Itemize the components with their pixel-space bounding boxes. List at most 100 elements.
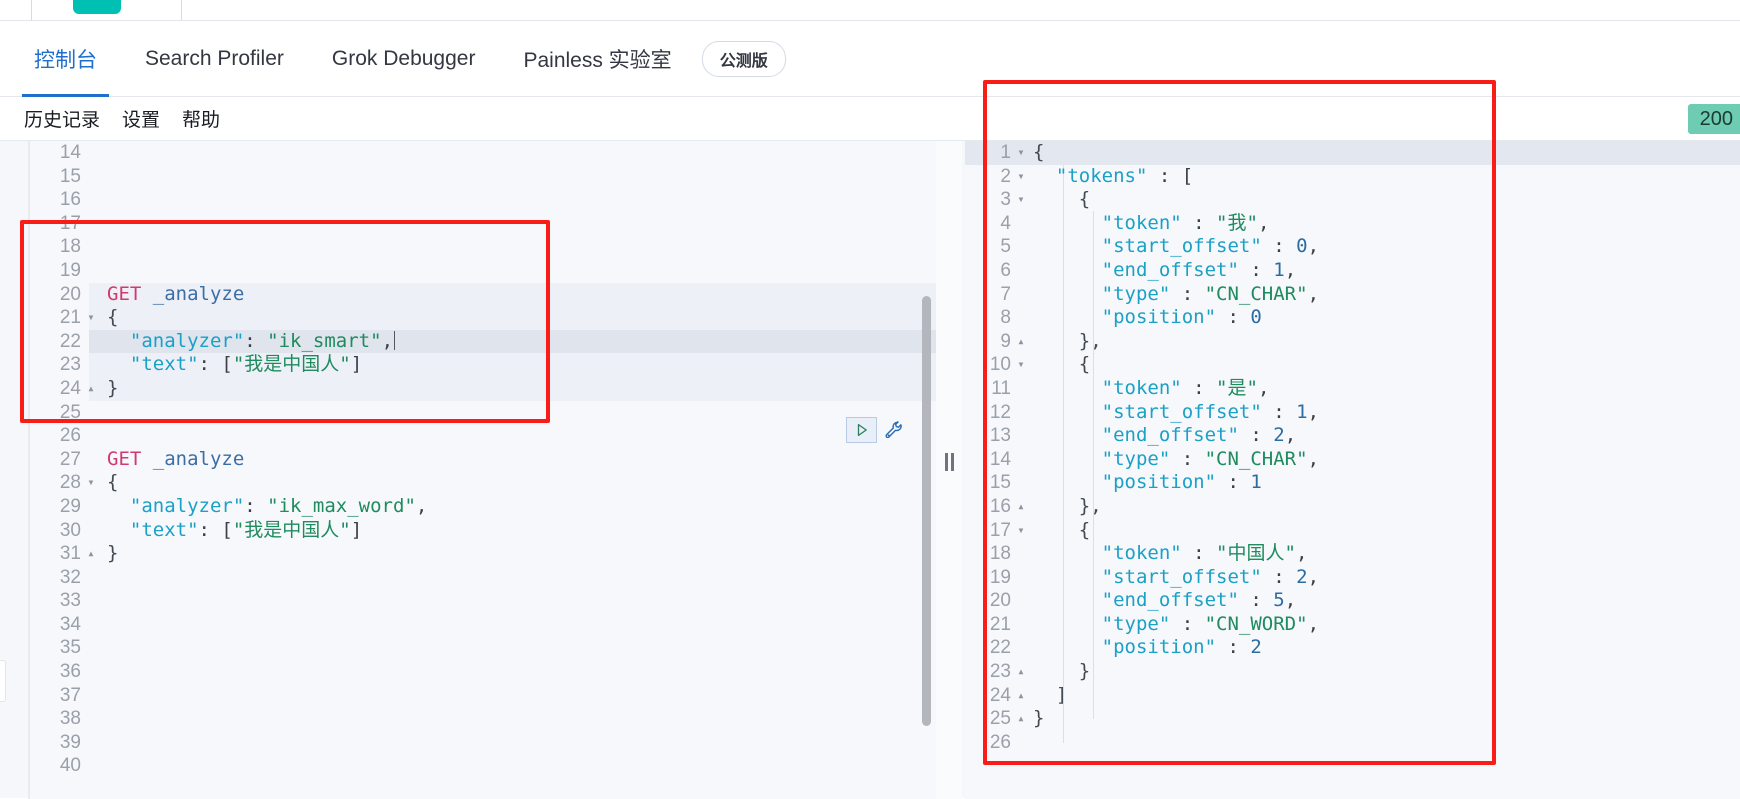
fold-toggle-icon[interactable]: ▴ <box>1015 684 1027 708</box>
token: "position" <box>1101 636 1217 659</box>
fold-toggle-icon[interactable]: ▴ <box>1015 707 1027 731</box>
code-text: "start_offset" : 2, <box>1033 566 1319 590</box>
token: : [ <box>198 353 233 376</box>
code-text: { <box>107 471 118 495</box>
code-text: GET _analyze <box>107 448 244 472</box>
fold-toggle-icon[interactable]: ▴ <box>1015 330 1027 354</box>
request-editor-pane[interactable]: 14 15 16 17 18 19 20 GET _analyze 21 ▾{22 "analyz… <box>28 141 949 799</box>
fold-toggle-icon[interactable]: ▴ <box>85 377 97 401</box>
token: "start_offset" <box>1101 235 1262 258</box>
token: } <box>1033 707 1045 730</box>
line-number: 28 <box>59 472 81 494</box>
code-line: 19 "start_offset" : 2, <box>965 566 1740 590</box>
token: , <box>1257 376 1270 399</box>
code-line: 15 "position" : 1 <box>965 471 1740 495</box>
tab-2[interactable]: Grok Debugger <box>320 21 488 97</box>
token: : <box>1261 400 1297 423</box>
token: 1 <box>1250 471 1262 494</box>
menu-item-0[interactable]: 历史记录 <box>24 105 100 132</box>
code-line: 1 ▾ { <box>965 141 1740 165</box>
code-text: "analyzer": "ik_smart", <box>107 329 396 354</box>
line-number: 27 <box>59 448 81 470</box>
pane-splitter[interactable] <box>936 141 962 799</box>
tab-0[interactable]: 控制台 <box>22 21 109 97</box>
token: "我是中国人" <box>232 518 351 541</box>
line-number: 19 <box>59 259 81 281</box>
menu-item-2[interactable]: 帮助 <box>182 105 220 132</box>
line-number: 34 <box>59 613 81 635</box>
code-text: "analyzer": "ik_max_word", <box>107 495 427 519</box>
token: "position" <box>1101 471 1217 494</box>
code-line: 4 "token" : "我", <box>965 212 1740 236</box>
token: { <box>1033 141 1045 163</box>
vertical-grip-icon[interactable] <box>942 451 956 473</box>
fold-toggle-icon[interactable]: ▾ <box>1015 165 1027 189</box>
code-text: "position" : 1 <box>1033 471 1262 495</box>
line-number: 25 <box>59 401 81 423</box>
wrench-icon[interactable] <box>881 417 907 443</box>
code-text: "text": ["我是中国人"] <box>107 353 362 377</box>
fold-toggle-icon[interactable]: ▾ <box>1015 519 1027 543</box>
token: 2 <box>1296 565 1308 588</box>
code-text: } <box>1033 660 1090 684</box>
code-line: 10 ▾ { <box>965 353 1740 377</box>
token: : <box>244 329 268 352</box>
run-request-button[interactable] <box>846 417 877 443</box>
tab-3[interactable]: Painless 实验室 <box>511 21 683 97</box>
fold-toggle-icon[interactable]: ▾ <box>1015 141 1027 165</box>
code-line: 29 "analyzer": "ik_max_word", <box>29 495 949 519</box>
code-line: 24 ▴ ] <box>965 684 1740 708</box>
code-text: "position" : 2 <box>1033 636 1262 660</box>
menu-list: 历史记录 设置 帮助 <box>24 97 242 140</box>
token: "text" <box>129 353 199 376</box>
token: : <box>1261 565 1297 588</box>
line-number: 26 <box>59 425 81 447</box>
token: , <box>1307 565 1320 588</box>
code-text: "text": ["我是中国人"] <box>107 519 362 543</box>
fold-toggle-icon[interactable]: ▴ <box>1015 660 1027 684</box>
code-line: 7 "type" : "CN_CHAR", <box>965 283 1740 307</box>
top-chrome-strip <box>0 0 1740 21</box>
code-text: }, <box>1033 330 1102 354</box>
fold-toggle-icon[interactable]: ▾ <box>85 471 97 495</box>
request-editor-scrollbar[interactable] <box>922 296 931 726</box>
line-number: 16 <box>59 189 81 211</box>
code-line: 20 GET _analyze <box>29 283 949 307</box>
menu-item-1[interactable]: 设置 <box>122 105 160 132</box>
fold-toggle-icon[interactable]: ▴ <box>1015 495 1027 519</box>
tab-1[interactable]: Search Profiler <box>133 21 296 97</box>
token: , <box>1307 400 1320 423</box>
token: _analyze <box>152 447 245 470</box>
code-text: "type" : "CN_CHAR", <box>1033 448 1319 472</box>
token: "我" <box>1216 211 1258 234</box>
edge-notch[interactable] <box>0 660 6 702</box>
line-number: 23 <box>989 661 1011 683</box>
fold-toggle-icon[interactable]: ▾ <box>85 306 97 330</box>
token: 1 <box>1273 258 1285 281</box>
request-code[interactable]: 14 15 16 17 18 19 20 GET _analyze 21 ▾{22 "analyz… <box>29 141 949 778</box>
token: "我是中国人" <box>232 353 351 376</box>
line-number: 14 <box>989 448 1011 470</box>
status-badge: 200 <box>1687 104 1740 134</box>
fold-toggle-icon[interactable]: ▾ <box>1015 353 1027 377</box>
code-text: "type" : "CN_WORD", <box>1033 613 1319 637</box>
fold-toggle-icon[interactable]: ▴ <box>85 542 97 566</box>
code-line: 22 "analyzer": "ik_smart", <box>29 330 949 354</box>
token: }, <box>1033 329 1102 352</box>
token: : <box>1181 542 1217 565</box>
token: , <box>1307 282 1320 305</box>
token: , <box>1307 612 1320 635</box>
code-line: 14 <box>29 141 949 165</box>
code-line: 21 ▾ { <box>29 306 949 330</box>
line-number: 11 <box>991 377 1011 399</box>
elastic-logo-icon[interactable] <box>73 0 121 14</box>
response-viewer-pane[interactable]: 1 ▾{2 ▾ "tokens" : [3 ▾ {4 "token" : "我", 5 … <box>965 141 1740 799</box>
line-number: 20 <box>989 590 1011 612</box>
fold-toggle-icon[interactable]: ▾ <box>1015 188 1027 212</box>
token: 5 <box>1273 589 1285 612</box>
token: "end_offset" <box>1101 589 1239 612</box>
